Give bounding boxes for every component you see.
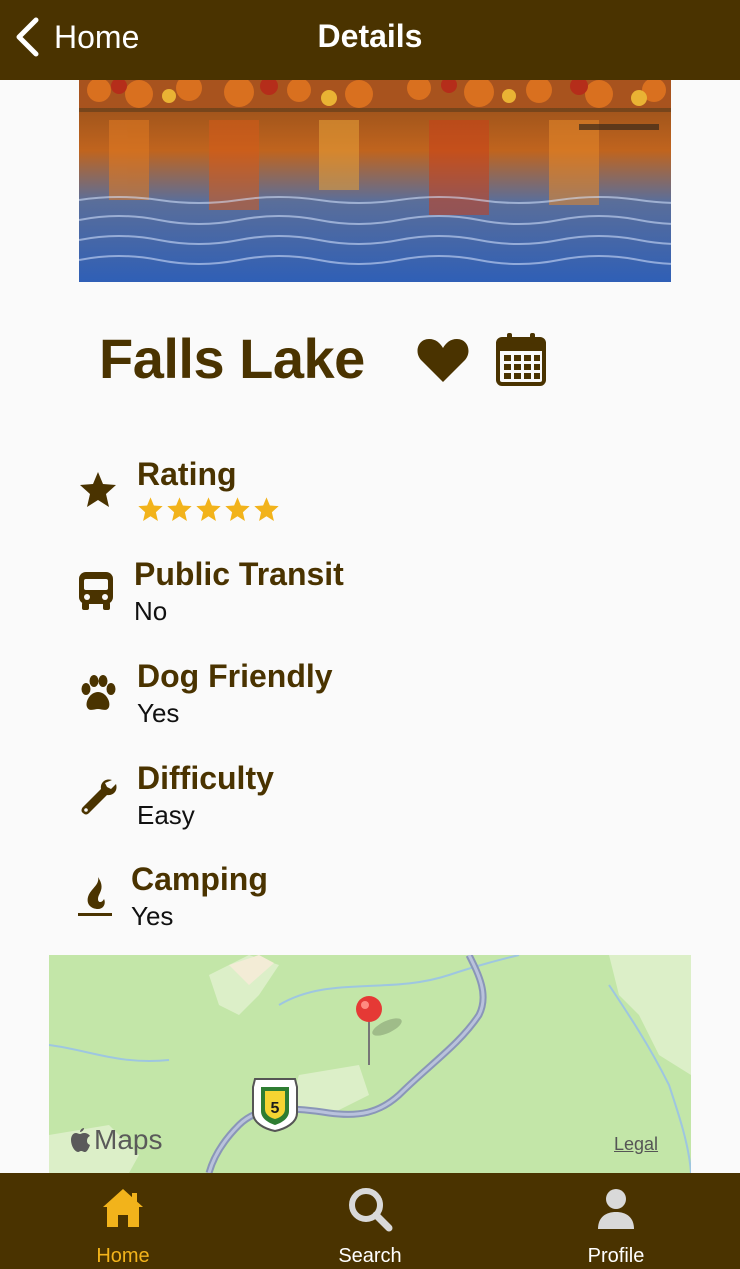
page-title: Details bbox=[317, 18, 423, 54]
camping-value: Yes bbox=[131, 901, 174, 931]
tab-profile-label: Profile bbox=[587, 1245, 645, 1267]
tab-search[interactable]: Search bbox=[290, 1173, 450, 1269]
search-icon bbox=[349, 1188, 393, 1232]
camping-row: Camping Yes bbox=[0, 861, 740, 941]
route-shield-number: 5 bbox=[271, 1100, 280, 1117]
person-icon bbox=[598, 1189, 634, 1229]
rating-label: Rating bbox=[137, 456, 237, 492]
dog-friendly-value: Yes bbox=[137, 698, 180, 728]
rating-row: Rating bbox=[0, 456, 740, 536]
rating-star-icon bbox=[225, 497, 250, 521]
tab-home-label: Home bbox=[96, 1245, 150, 1267]
park-hero-image bbox=[79, 80, 671, 282]
bus-icon bbox=[79, 572, 113, 610]
camping-label: Camping bbox=[131, 861, 268, 897]
rating-star-icon bbox=[167, 497, 192, 521]
tab-profile[interactable]: Profile bbox=[536, 1173, 696, 1269]
home-icon bbox=[103, 1189, 143, 1227]
tab-bar: Home Search Profile bbox=[0, 1173, 740, 1269]
route-shield-icon: 5 bbox=[252, 1078, 298, 1133]
apple-logo-icon bbox=[71, 1128, 90, 1152]
rating-star-icon bbox=[254, 497, 279, 521]
rating-star-icon bbox=[196, 497, 221, 521]
difficulty-label: Difficulty bbox=[137, 760, 274, 796]
wrench-icon bbox=[81, 779, 117, 815]
map-pin-icon bbox=[356, 996, 382, 1022]
heart-icon bbox=[417, 339, 469, 382]
maps-attribution: Maps bbox=[70, 1124, 162, 1156]
star-icon bbox=[80, 472, 116, 507]
rating-stars bbox=[137, 496, 280, 523]
tab-search-label: Search bbox=[338, 1245, 402, 1267]
maps-brand-label: Maps bbox=[94, 1124, 163, 1155]
fire-icon bbox=[78, 877, 112, 916]
difficulty-row: Difficulty Easy bbox=[0, 760, 740, 840]
public-transit-label: Public Transit bbox=[134, 556, 344, 592]
map-legal-link[interactable]: Legal bbox=[614, 1134, 658, 1155]
nav-bar: Home Details bbox=[0, 0, 740, 80]
tab-home[interactable]: Home bbox=[43, 1173, 203, 1269]
dog-friendly-label: Dog Friendly bbox=[137, 658, 333, 694]
public-transit-value: No bbox=[134, 596, 168, 626]
park-name: Falls Lake bbox=[99, 327, 365, 390]
favorite-button[interactable] bbox=[416, 336, 470, 384]
dog-friendly-row: Dog Friendly Yes bbox=[0, 658, 740, 738]
public-transit-row: Public Transit No bbox=[0, 556, 740, 636]
difficulty-value: Easy bbox=[137, 800, 195, 830]
paw-icon bbox=[81, 675, 116, 710]
calendar-icon bbox=[496, 333, 546, 386]
add-to-calendar-button[interactable] bbox=[496, 332, 546, 386]
rating-star-icon bbox=[138, 497, 163, 521]
